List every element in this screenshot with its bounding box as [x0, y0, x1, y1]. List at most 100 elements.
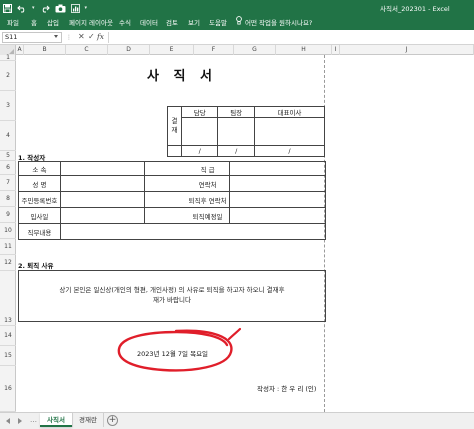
approval-blank-cell [167, 145, 182, 157]
row-header[interactable]: 5 [0, 151, 16, 161]
customize-qat-icon[interactable]: ▾ [85, 5, 88, 11]
column-header[interactable]: C [66, 45, 108, 55]
row-header[interactable]: 4 [0, 121, 16, 151]
row-header[interactable]: 15 [0, 346, 16, 366]
blank-cell [143, 207, 186, 224]
undo-dropdown-icon[interactable]: ▾ [32, 5, 35, 11]
name-value[interactable] [59, 175, 145, 192]
column-headers: A B C D E F G H I J [0, 45, 474, 55]
blank-cell [143, 175, 186, 192]
label-name: 성 명 [18, 175, 61, 192]
approval-table: 결 재 담당 팀장 대표이사 / / / [167, 106, 326, 157]
row-header[interactable]: 10 [0, 223, 16, 239]
approval-date-cell[interactable]: / [253, 145, 326, 157]
department-value[interactable] [59, 161, 145, 176]
sheet-tab-approval[interactable]: 경재란 [72, 413, 104, 427]
formula-input[interactable] [108, 32, 470, 43]
label-position: 직 급 [185, 161, 231, 176]
column-header[interactable]: H [276, 45, 332, 55]
row-header[interactable]: 9 [0, 207, 16, 223]
label-contact: 연락처 [185, 175, 231, 192]
row-header[interactable]: 3 [0, 91, 16, 121]
row-headers: 1 2 3 4 5 6 7 8 9 10 11 12 13 14 15 16 [0, 55, 16, 412]
document-title-heading: 사 직 서 [147, 69, 217, 84]
insert-function-icon[interactable]: fx [97, 32, 104, 41]
tab-file[interactable]: 파일 [7, 17, 19, 27]
approval-date-cell[interactable]: / [217, 145, 255, 157]
sheet-tab-resignation[interactable]: 사직서 [40, 413, 72, 427]
formula-bar: S11 ⋮ ✕ ✓ fx [0, 30, 474, 45]
tab-view[interactable]: 보기 [188, 17, 200, 27]
name-box-dropdown-icon[interactable] [54, 35, 58, 38]
writer-signature-line: 작성자 : 한 우 리 (인) [257, 385, 317, 393]
save-icon[interactable] [3, 3, 12, 13]
column-header[interactable]: F [194, 45, 234, 55]
ribbon-tabs: 파일 홈 삽입 페이지 레이아웃 수식 데이터 검토 보기 도움말 어떤 작업을… [0, 15, 474, 28]
job-description-value[interactable] [59, 223, 327, 240]
more-sheets-icon[interactable]: … [30, 416, 37, 424]
column-header[interactable]: E [150, 45, 194, 55]
approval-side-label: 결 재 [167, 106, 182, 146]
tab-data[interactable]: 데이터 [140, 17, 158, 27]
row-header[interactable]: 2 [0, 61, 16, 91]
hire-date-value[interactable] [59, 207, 145, 224]
tab-home[interactable]: 홈 [31, 17, 37, 27]
approval-side-label-1: 결 [171, 117, 178, 125]
camera-icon[interactable] [55, 4, 66, 13]
chart-icon[interactable] [70, 3, 80, 13]
tab-formulas[interactable]: 수식 [119, 17, 131, 27]
approval-sign-cell[interactable] [180, 117, 219, 146]
tab-page-layout[interactable]: 페이지 레이아웃 [69, 17, 113, 27]
position-value[interactable] [229, 161, 326, 176]
column-header[interactable]: J [340, 45, 474, 55]
label-job-description: 직무내용 [18, 223, 61, 240]
tell-me-placeholder: 어떤 작업을 원하시나요? [245, 18, 313, 27]
row-header[interactable]: 11 [0, 239, 16, 255]
label-resident-number: 주민등록번호 [18, 191, 61, 208]
row-header[interactable]: 16 [0, 366, 16, 412]
previous-sheet-icon[interactable] [6, 418, 10, 424]
add-sheet-button[interactable]: + [107, 415, 118, 426]
column-header[interactable]: G [234, 45, 276, 55]
approval-date-cell[interactable]: / [180, 145, 219, 157]
undo-icon[interactable] [17, 4, 27, 13]
blank-cell [143, 191, 186, 208]
tell-me-box[interactable]: 어떤 작업을 원하시나요? [236, 16, 312, 27]
row-header[interactable]: 13 [0, 271, 16, 326]
tab-help[interactable]: 도움말 [209, 17, 227, 27]
post-contact-value[interactable] [229, 191, 326, 208]
label-hire-date: 입사일 [18, 207, 61, 224]
contact-value[interactable] [229, 175, 326, 192]
retire-date-value[interactable] [229, 207, 326, 224]
tab-insert[interactable]: 삽입 [47, 17, 59, 27]
name-box[interactable]: S11 [2, 32, 62, 43]
column-header[interactable]: B [24, 45, 66, 55]
approval-sign-cell[interactable] [217, 117, 255, 146]
row-header[interactable]: 6 [0, 161, 16, 175]
label-department: 소 속 [18, 161, 61, 176]
tab-review[interactable]: 검토 [166, 17, 178, 27]
row-header[interactable]: 8 [0, 191, 16, 207]
row-header[interactable]: 14 [0, 326, 16, 346]
worksheet-grid[interactable]: 사 직 서 결 재 담당 팀장 대표이사 / / / 1. 작성자 소 속 직 … [17, 55, 474, 412]
next-sheet-icon[interactable] [18, 418, 22, 424]
row-header[interactable]: 12 [0, 255, 16, 271]
document-title: 사직서_202301 - Excel [380, 5, 450, 13]
reason-line-2: 재가 바랍니다 [153, 296, 191, 304]
cancel-entry-icon[interactable]: ✕ [78, 32, 85, 41]
label-retire-date: 퇴직예정일 [185, 207, 231, 224]
approval-sign-cell[interactable] [253, 117, 326, 146]
title-bar: ▾ ▾ 사직서_202301 - Excel 파일 홈 삽입 페이지 레이아웃 … [0, 0, 474, 30]
column-header[interactable]: D [108, 45, 150, 55]
redo-icon[interactable] [40, 4, 50, 13]
approval-header-teamlead: 팀장 [217, 106, 255, 118]
column-header[interactable]: I [332, 45, 340, 55]
column-header[interactable]: A [16, 45, 24, 55]
formula-bar-grip-icon: ⋮ [66, 34, 73, 41]
row-header[interactable]: 7 [0, 175, 16, 191]
quick-access-toolbar: ▾ ▾ [3, 2, 87, 14]
writer-info-table: 소 속 직 급 성 명 연락처 주민등록번호 퇴직후 연락처 입사일 퇴직예정일 [18, 161, 327, 240]
reason-box[interactable]: 상기 본인은 일신상(개인의 형편, 개인사정) 의 사유로 퇴직을 하고자 하… [18, 270, 326, 322]
resident-number-value[interactable] [59, 191, 145, 208]
confirm-entry-icon[interactable]: ✓ [88, 32, 95, 41]
